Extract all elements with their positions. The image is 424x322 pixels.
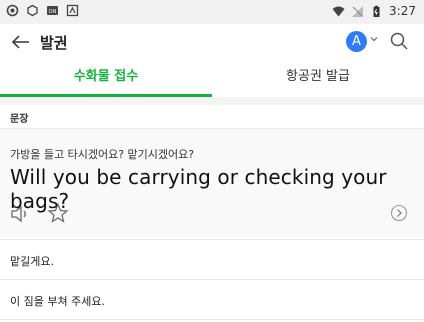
avatar[interactable]: A xyxy=(346,31,367,52)
status-bar: ON 3:27 xyxy=(0,0,424,24)
chevron-down-icon[interactable] xyxy=(369,34,379,44)
badge-icon: ON xyxy=(47,6,58,15)
status-left-icons: ON xyxy=(6,4,79,17)
star-icon[interactable] xyxy=(47,203,69,223)
tab-baggage-checkin[interactable]: 수화물 접수 xyxy=(0,60,212,97)
app-bar: 발권 A xyxy=(0,24,424,60)
app-icon xyxy=(27,4,38,17)
list-item-text: 이 짐을 부쳐 주세요. xyxy=(10,295,105,308)
tab-bar: 수화물 접수 항공권 발급 xyxy=(0,60,424,97)
speaker-icon[interactable] xyxy=(10,205,32,223)
signal-icon xyxy=(352,5,364,17)
korean-sentence: 가방을 들고 타시겠어요? 맡기시겠어요? xyxy=(10,148,195,161)
notification-icon xyxy=(6,4,19,17)
battery-icon xyxy=(373,5,380,17)
section-label: 문장 xyxy=(10,114,29,125)
back-arrow-icon[interactable] xyxy=(10,31,32,53)
divider xyxy=(0,97,424,105)
page-title: 발권 xyxy=(40,34,68,52)
status-time: 3:27 xyxy=(389,4,416,18)
list-item-text: 맡길게요. xyxy=(10,255,54,268)
search-icon[interactable] xyxy=(388,30,410,52)
english-sentence: Will you be carrying or checking your ba… xyxy=(10,165,387,213)
list-item[interactable]: 이 짐을 부쳐 주세요. xyxy=(0,279,424,319)
status-right-icons: 3:27 xyxy=(332,4,416,18)
list-item[interactable]: 맡길게요. xyxy=(0,239,424,279)
alert-icon xyxy=(66,4,79,17)
wifi-icon xyxy=(332,6,345,16)
tab-ticket-issuance[interactable]: 항공권 발급 xyxy=(212,60,424,97)
chevron-right-icon[interactable] xyxy=(390,204,408,222)
svg-text:ON: ON xyxy=(49,9,57,15)
